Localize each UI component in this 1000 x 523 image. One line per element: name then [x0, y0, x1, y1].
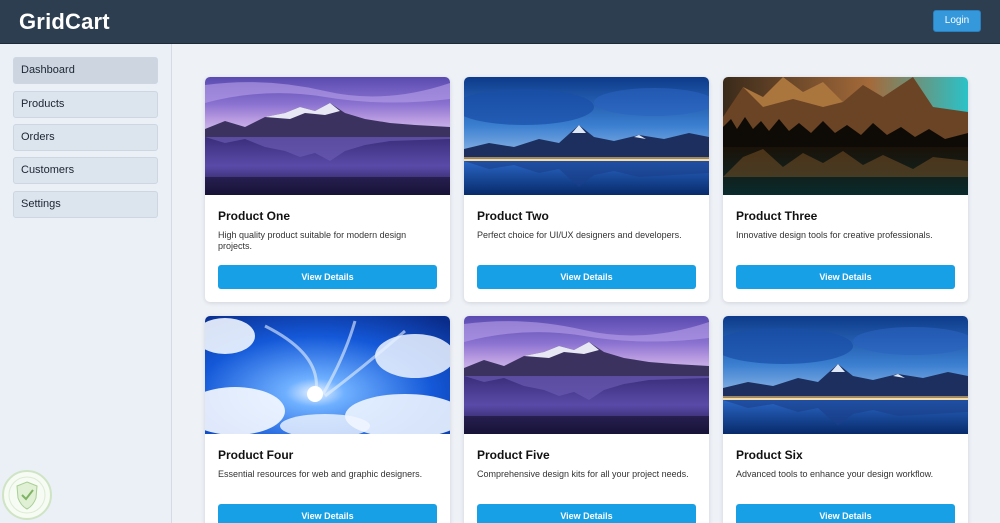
product-description: Perfect choice for UI/UX designers and d… — [477, 230, 682, 240]
product-card: Product Four Essential resources for web… — [205, 316, 450, 523]
sidebar-item-dashboard[interactable]: Dashboard — [13, 57, 158, 84]
product-title: Product Two — [477, 209, 549, 223]
product-image[interactable] — [723, 77, 968, 195]
product-card: Product One High quality product suitabl… — [205, 77, 450, 302]
login-button[interactable]: Login — [933, 10, 981, 32]
product-card: Product Five Comprehensive design kits f… — [464, 316, 709, 523]
product-title: Product Four — [218, 448, 294, 462]
view-details-button[interactable]: View Details — [218, 504, 437, 523]
product-title: Product Three — [736, 209, 818, 223]
view-details-button[interactable]: View Details — [736, 504, 955, 523]
view-details-button[interactable]: View Details — [477, 265, 696, 289]
product-description: Advanced tools to enhance your design wo… — [736, 469, 934, 479]
product-title: Product Six — [736, 448, 803, 462]
product-description: Comprehensive design kits for all your p… — [477, 469, 689, 479]
sidebar: Dashboard Products Orders Customers Sett… — [0, 44, 172, 523]
view-details-button[interactable]: View Details — [736, 265, 955, 289]
top-navbar: GridCart Login — [0, 0, 1000, 44]
view-details-button[interactable]: View Details — [477, 504, 696, 523]
sidebar-item-settings[interactable]: Settings — [13, 191, 158, 218]
product-image[interactable] — [464, 77, 709, 195]
product-description: Essential resources for web and graphic … — [218, 469, 423, 479]
product-title: Product One — [218, 209, 291, 223]
product-title: Product Five — [477, 448, 550, 462]
sidebar-item-products[interactable]: Products — [13, 91, 158, 118]
product-image[interactable] — [205, 77, 450, 195]
app-logo-title[interactable]: GridCart — [19, 9, 110, 35]
product-description: Innovative design tools for creative pro… — [736, 230, 933, 240]
product-card: Product Three Innovative design tools fo… — [723, 77, 968, 302]
product-image[interactable] — [464, 316, 709, 434]
product-image[interactable] — [205, 316, 450, 434]
product-image[interactable] — [723, 316, 968, 434]
product-card: Product Two Perfect choice for UI/UX des… — [464, 77, 709, 302]
product-card: Product Six Advanced tools to enhance yo… — [723, 316, 968, 523]
sidebar-item-orders[interactable]: Orders — [13, 124, 158, 151]
shield-watermark-icon — [2, 470, 52, 520]
sidebar-item-customers[interactable]: Customers — [13, 157, 158, 184]
product-description: High quality product suitable for modern… — [218, 230, 407, 251]
view-details-button[interactable]: View Details — [218, 265, 437, 289]
